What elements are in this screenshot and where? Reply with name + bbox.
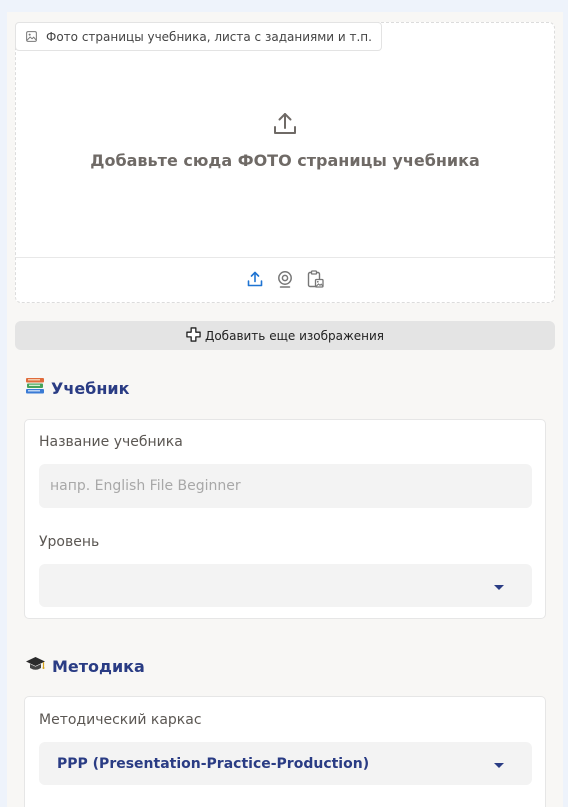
chevron-down-icon: [494, 763, 504, 768]
textbook-section-heading: Учебник: [25, 376, 129, 400]
methodology-card: Методический каркас PPP (Presentation-Pr…: [24, 696, 546, 807]
add-more-images-label: Добавить еще изображения: [204, 328, 385, 343]
image-upload-dropzone[interactable]: Фото страницы учебника, листа с заданиям…: [15, 22, 555, 303]
upload-icon[interactable]: [246, 269, 264, 289]
add-more-images-button[interactable]: Добавить еще изображения: [15, 321, 555, 350]
divider: [16, 257, 554, 258]
graduation-cap-icon: [25, 654, 46, 678]
framework-dropdown[interactable]: PPP (Presentation-Practice-Production): [39, 742, 532, 785]
methodology-section-title: Методика: [52, 656, 145, 676]
paste-clipboard-icon[interactable]: [306, 269, 324, 289]
textbook-card: Название учебника Уровень: [24, 419, 546, 619]
upload-label-tab: Фото страницы учебника, листа с заданиям…: [15, 22, 382, 51]
upload-label-text: Фото страницы учебника, листа с заданиям…: [46, 29, 372, 44]
upload-prompt-text: Добавьте сюда ФОТО страницы учебника: [90, 151, 480, 170]
level-dropdown[interactable]: [39, 564, 532, 607]
framework-label: Методический каркас: [39, 712, 202, 728]
upload-source-toolbar: [16, 269, 554, 289]
level-label: Уровень: [39, 534, 100, 550]
framework-selected-value: PPP (Presentation-Practice-Production): [57, 755, 370, 772]
textbook-name-label: Название учебника: [39, 434, 183, 450]
plus-icon: [186, 326, 201, 345]
textbook-name-input[interactable]: [39, 464, 532, 508]
webcam-icon[interactable]: [276, 269, 294, 289]
textbook-section-title: Учебник: [51, 378, 130, 398]
upload-arrow-icon[interactable]: [272, 111, 298, 141]
image-icon: [26, 31, 37, 42]
chevron-down-icon: [494, 585, 504, 590]
books-icon: [25, 376, 45, 400]
methodology-section-heading: Методика: [25, 654, 145, 678]
